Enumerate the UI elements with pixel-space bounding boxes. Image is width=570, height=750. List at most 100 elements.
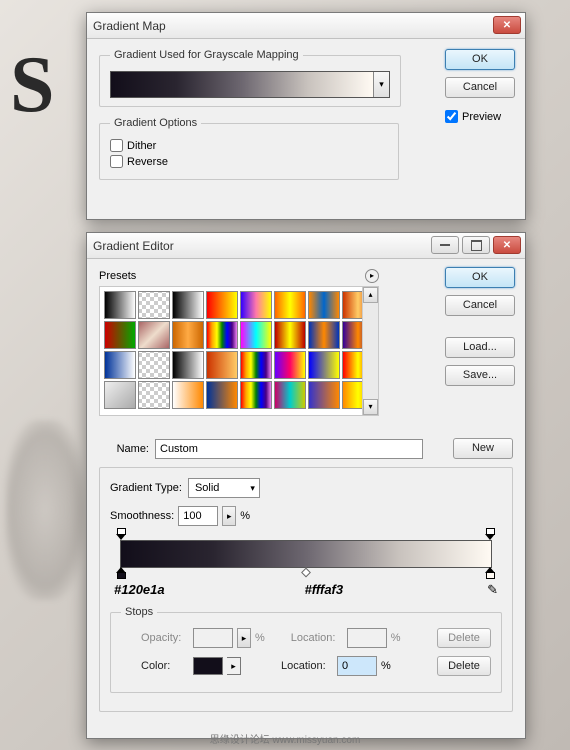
chevron-down-icon[interactable] — [373, 72, 389, 97]
color-picker-arrow-icon[interactable] — [227, 657, 241, 675]
presets-panel: ▴ ▾ — [99, 286, 379, 416]
color-swatch[interactable] — [193, 657, 223, 675]
preset-swatch[interactable] — [240, 291, 272, 319]
preset-swatch[interactable] — [308, 381, 340, 409]
preset-swatch[interactable] — [138, 291, 170, 319]
pencil-icon: ✎ — [487, 582, 498, 598]
opacity-stop-right[interactable] — [485, 528, 496, 541]
grayscale-mapping-legend: Gradient Used for Grayscale Mapping — [110, 49, 303, 61]
background-letter: S — [10, 40, 55, 131]
preset-swatch[interactable] — [104, 321, 136, 349]
stops-group: Stops Opacity: % Location: % Delete Colo… — [110, 606, 502, 693]
gradient-editor-title: Gradient Editor — [93, 239, 174, 253]
gradient-options-legend: Gradient Options — [110, 117, 201, 129]
reverse-row: Reverse — [110, 155, 388, 168]
color-stop-right[interactable] — [485, 567, 496, 580]
minimize-icon[interactable] — [431, 236, 459, 254]
percent-label: % — [255, 632, 265, 644]
gradient-type-select[interactable]: Solid — [188, 478, 260, 498]
gradient-options-group: Gradient Options Dither Reverse — [99, 117, 399, 180]
preset-swatch[interactable] — [138, 321, 170, 349]
percent-label: % — [381, 660, 391, 672]
presets-menu-icon[interactable]: ▸ — [365, 269, 379, 283]
preset-swatch[interactable] — [206, 351, 238, 379]
cancel-button[interactable]: Cancel — [445, 77, 515, 98]
scroll-up-icon[interactable]: ▴ — [363, 287, 378, 303]
color-delete-button[interactable]: Delete — [437, 656, 491, 676]
name-label: Name: — [99, 443, 149, 455]
gradient-type-value: Solid — [195, 482, 219, 494]
dither-label: Dither — [127, 140, 156, 152]
percent-label: % — [391, 632, 401, 644]
reverse-checkbox[interactable] — [110, 155, 123, 168]
opacity-stop-left[interactable] — [116, 528, 127, 541]
preset-swatch[interactable] — [240, 321, 272, 349]
opacity-stop-row: Opacity: % Location: % Delete — [121, 628, 491, 648]
preset-swatch[interactable] — [172, 321, 204, 349]
color-location-input[interactable] — [337, 656, 377, 676]
gradient-edit-bar[interactable] — [120, 540, 492, 568]
percent-label: % — [240, 510, 250, 522]
save-button[interactable]: Save... — [445, 365, 515, 386]
preset-swatch[interactable] — [206, 381, 238, 409]
dither-row: Dither — [110, 139, 388, 152]
watermark: 思缘设计论坛 www.missyuan.com — [210, 731, 361, 746]
preset-swatch[interactable] — [274, 321, 306, 349]
preset-swatch[interactable] — [240, 381, 272, 409]
maximize-icon[interactable] — [462, 236, 490, 254]
left-hex-label: #120e1a — [114, 582, 165, 598]
preset-swatch[interactable] — [138, 381, 170, 409]
preview-label: Preview — [462, 111, 501, 123]
preset-swatch[interactable] — [308, 321, 340, 349]
location-label: Location: — [281, 660, 333, 672]
preset-swatch[interactable] — [104, 381, 136, 409]
ok-button[interactable]: OK — [445, 267, 515, 288]
scroll-down-icon[interactable]: ▾ — [363, 399, 378, 415]
smoothness-label: Smoothness: — [110, 510, 174, 522]
color-stop-left[interactable] — [116, 567, 127, 580]
preset-swatch[interactable] — [104, 291, 136, 319]
cancel-button[interactable]: Cancel — [445, 295, 515, 316]
preset-swatch[interactable] — [274, 351, 306, 379]
preview-checkbox[interactable] — [445, 110, 458, 123]
preset-swatch[interactable] — [206, 291, 238, 319]
gradient-type-label: Gradient Type: — [110, 482, 182, 494]
dither-checkbox[interactable] — [110, 139, 123, 152]
gradient-editor-titlebar[interactable]: Gradient Editor — [87, 233, 525, 259]
opacity-location-input — [347, 628, 387, 648]
preset-swatch[interactable] — [274, 291, 306, 319]
gradient-editor-dialog: Gradient Editor Presets ▸ ▴ ▾ OK Cancel … — [86, 232, 526, 739]
preset-swatch[interactable] — [206, 321, 238, 349]
gradient-map-dialog: Gradient Map Gradient Used for Grayscale… — [86, 12, 526, 220]
opacity-input — [193, 628, 233, 648]
background-smoke — [5, 420, 85, 600]
name-input[interactable] — [155, 439, 423, 459]
close-icon[interactable] — [493, 16, 521, 34]
new-button[interactable]: New — [453, 438, 513, 459]
load-button[interactable]: Load... — [445, 337, 515, 358]
gradient-type-group: Gradient Type: Solid Smoothness: % #120e… — [99, 467, 513, 712]
preset-swatch[interactable] — [308, 291, 340, 319]
smoothness-spinner[interactable] — [222, 506, 236, 526]
preset-swatch[interactable] — [308, 351, 340, 379]
gradient-map-title: Gradient Map — [93, 19, 166, 33]
gradient-preview-dropdown[interactable] — [110, 71, 390, 98]
stops-legend: Stops — [121, 606, 157, 618]
preset-swatch[interactable] — [172, 351, 204, 379]
preset-swatch[interactable] — [240, 351, 272, 379]
preview-row: Preview — [445, 110, 515, 123]
opacity-label: Opacity: — [141, 632, 189, 644]
preset-swatch[interactable] — [104, 351, 136, 379]
ok-button[interactable]: OK — [445, 49, 515, 70]
smoothness-input[interactable] — [178, 506, 218, 526]
presets-label: Presets — [99, 270, 136, 282]
preset-swatch[interactable] — [138, 351, 170, 379]
color-label: Color: — [141, 660, 189, 672]
preset-swatch[interactable] — [172, 381, 204, 409]
opacity-spinner — [237, 628, 251, 648]
presets-scrollbar[interactable]: ▴ ▾ — [362, 287, 378, 415]
gradient-map-titlebar[interactable]: Gradient Map — [87, 13, 525, 39]
preset-swatch[interactable] — [172, 291, 204, 319]
close-icon[interactable] — [493, 236, 521, 254]
preset-swatch[interactable] — [274, 381, 306, 409]
